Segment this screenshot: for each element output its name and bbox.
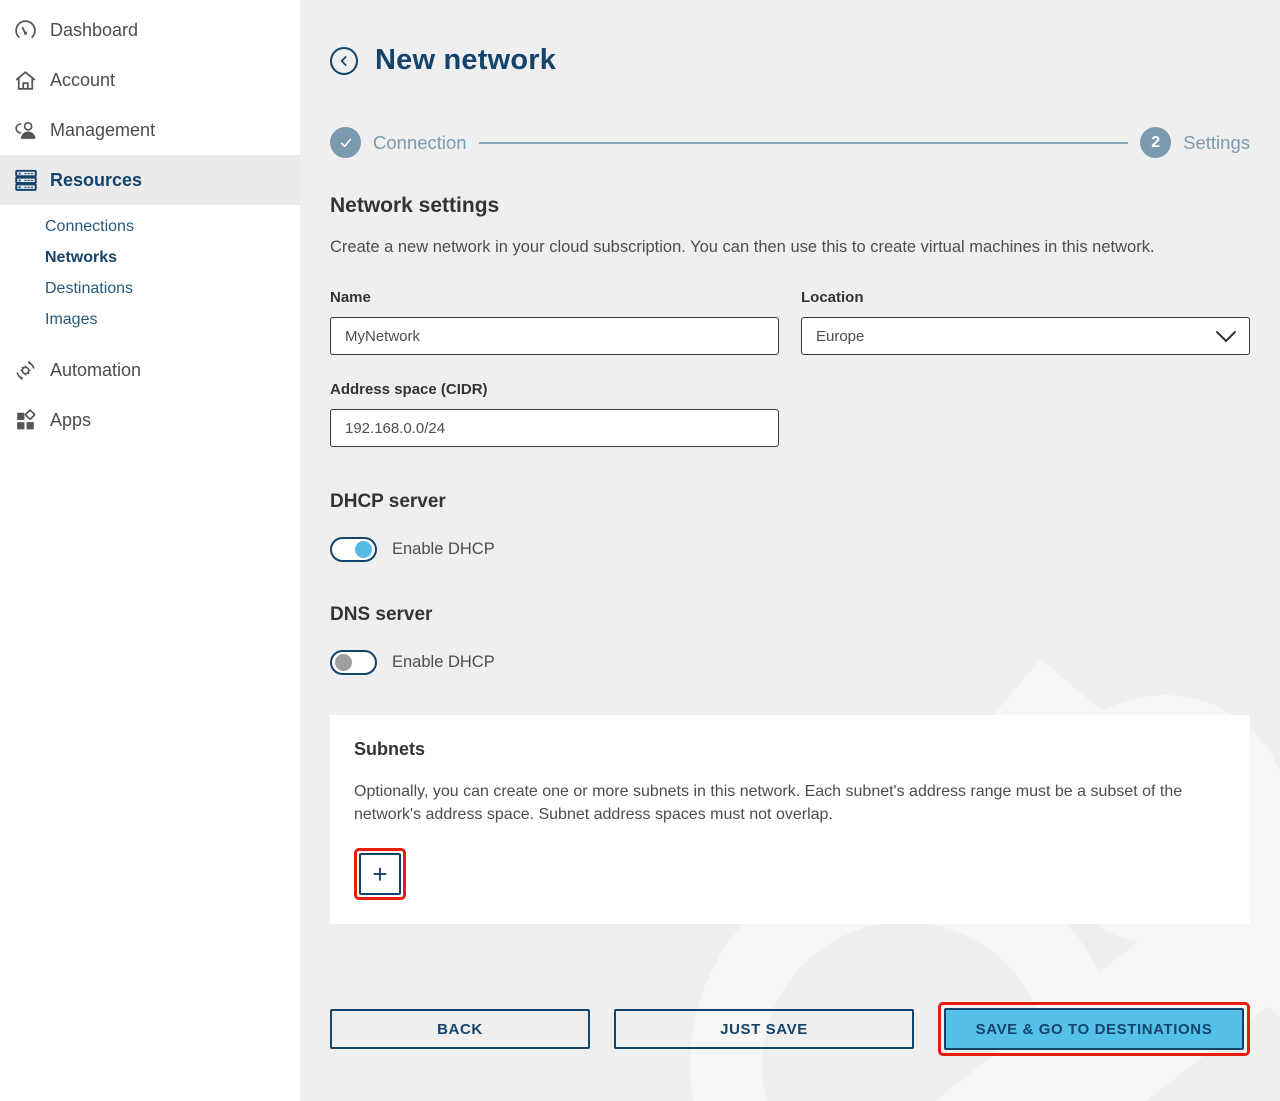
sidebar-item-label: Account <box>50 70 115 91</box>
name-field-group: Name <box>330 289 779 355</box>
dns-toggle[interactable] <box>330 650 377 675</box>
step-settings-label: Settings <box>1183 132 1250 154</box>
section-description: Create a new network in your cloud subsc… <box>330 235 1230 259</box>
sidebar-item-label: Apps <box>50 410 91 431</box>
plus-icon: + <box>372 859 387 890</box>
sidebar-item-account[interactable]: Account <box>0 55 300 105</box>
sidebar-item-images[interactable]: Images <box>0 304 300 335</box>
dhcp-toggle-row: Enable DHCP <box>330 537 1250 562</box>
name-label: Name <box>330 289 779 306</box>
back-button[interactable] <box>330 47 358 75</box>
cidr-input[interactable] <box>330 409 779 447</box>
dns-server-title: DNS server <box>330 604 1250 626</box>
sidebar-item-label: Resources <box>50 170 142 191</box>
sidebar-item-label: Automation <box>50 360 141 381</box>
servers-icon <box>12 167 39 194</box>
action-bar: BACK JUST SAVE SAVE & GO TO DESTINATIONS <box>330 1002 1250 1056</box>
add-subnet-annotation: + <box>354 848 406 900</box>
subnav-label: Networks <box>45 249 117 267</box>
subnets-card: Subnets Optionally, you can create one o… <box>330 715 1250 924</box>
sidebar-item-automation[interactable]: Automation <box>0 345 300 395</box>
gauge-icon <box>12 17 39 44</box>
sidebar-item-dashboard[interactable]: Dashboard <box>0 5 300 55</box>
location-label: Location <box>801 289 1250 306</box>
sidebar-item-apps[interactable]: Apps <box>0 395 300 445</box>
just-save-button[interactable]: JUST SAVE <box>614 1009 914 1049</box>
house-icon <box>12 67 39 94</box>
name-input[interactable] <box>330 317 779 355</box>
step-connection-label[interactable]: Connection <box>373 132 467 154</box>
location-field-group: Location <box>801 289 1250 355</box>
dhcp-server-title: DHCP server <box>330 491 1250 513</box>
step-connection-circle <box>330 127 361 158</box>
location-select[interactable] <box>801 317 1250 355</box>
check-icon <box>338 135 354 151</box>
back-step-button[interactable]: BACK <box>330 1009 590 1049</box>
dns-toggle-row: Enable DHCP <box>330 650 1250 675</box>
network-form: Name Location Address space (CIDR) <box>330 289 1250 447</box>
subnets-description: Optionally, you can create one or more s… <box>354 780 1189 826</box>
sidebar-item-label: Dashboard <box>50 20 138 41</box>
people-icon <box>12 117 39 144</box>
apps-icon <box>12 407 39 434</box>
subnav-label: Images <box>45 311 97 329</box>
sidebar-item-management[interactable]: Management <box>0 105 300 155</box>
wizard-stepper: Connection 2 Settings <box>330 127 1250 158</box>
step-settings-circle: 2 <box>1140 127 1171 158</box>
dns-toggle-label: Enable DHCP <box>392 653 495 672</box>
sidebar-item-label: Management <box>50 120 155 141</box>
main-content: New network Connection 2 Settings Networ… <box>300 0 1280 1101</box>
page-title: New network <box>375 44 556 77</box>
sidebar-item-networks[interactable]: Networks <box>0 242 300 273</box>
sidebar-item-destinations[interactable]: Destinations <box>0 273 300 304</box>
stepper-line <box>479 142 1129 144</box>
page-header: New network <box>330 0 1250 77</box>
dhcp-toggle[interactable] <box>330 537 377 562</box>
cidr-field-group: Address space (CIDR) <box>330 381 779 447</box>
sidebar: Dashboard Account Management <box>0 0 300 1101</box>
sidebar-item-resources[interactable]: Resources <box>0 155 300 205</box>
automation-icon <box>12 357 39 384</box>
save-go-annotation: SAVE & GO TO DESTINATIONS <box>938 1002 1250 1056</box>
add-subnet-button[interactable]: + <box>359 853 401 895</box>
step-number: 2 <box>1151 134 1160 152</box>
resources-subnav: Connections Networks Destinations Images <box>0 205 300 345</box>
dhcp-toggle-label: Enable DHCP <box>392 540 495 559</box>
sidebar-item-connections[interactable]: Connections <box>0 211 300 242</box>
save-and-go-button[interactable]: SAVE & GO TO DESTINATIONS <box>944 1008 1244 1050</box>
section-title: Network settings <box>330 194 1250 218</box>
subnets-title: Subnets <box>354 739 1226 760</box>
subnav-label: Destinations <box>45 280 133 298</box>
subnav-label: Connections <box>45 218 134 236</box>
chevron-left-icon <box>336 53 352 69</box>
cidr-label: Address space (CIDR) <box>330 381 779 398</box>
